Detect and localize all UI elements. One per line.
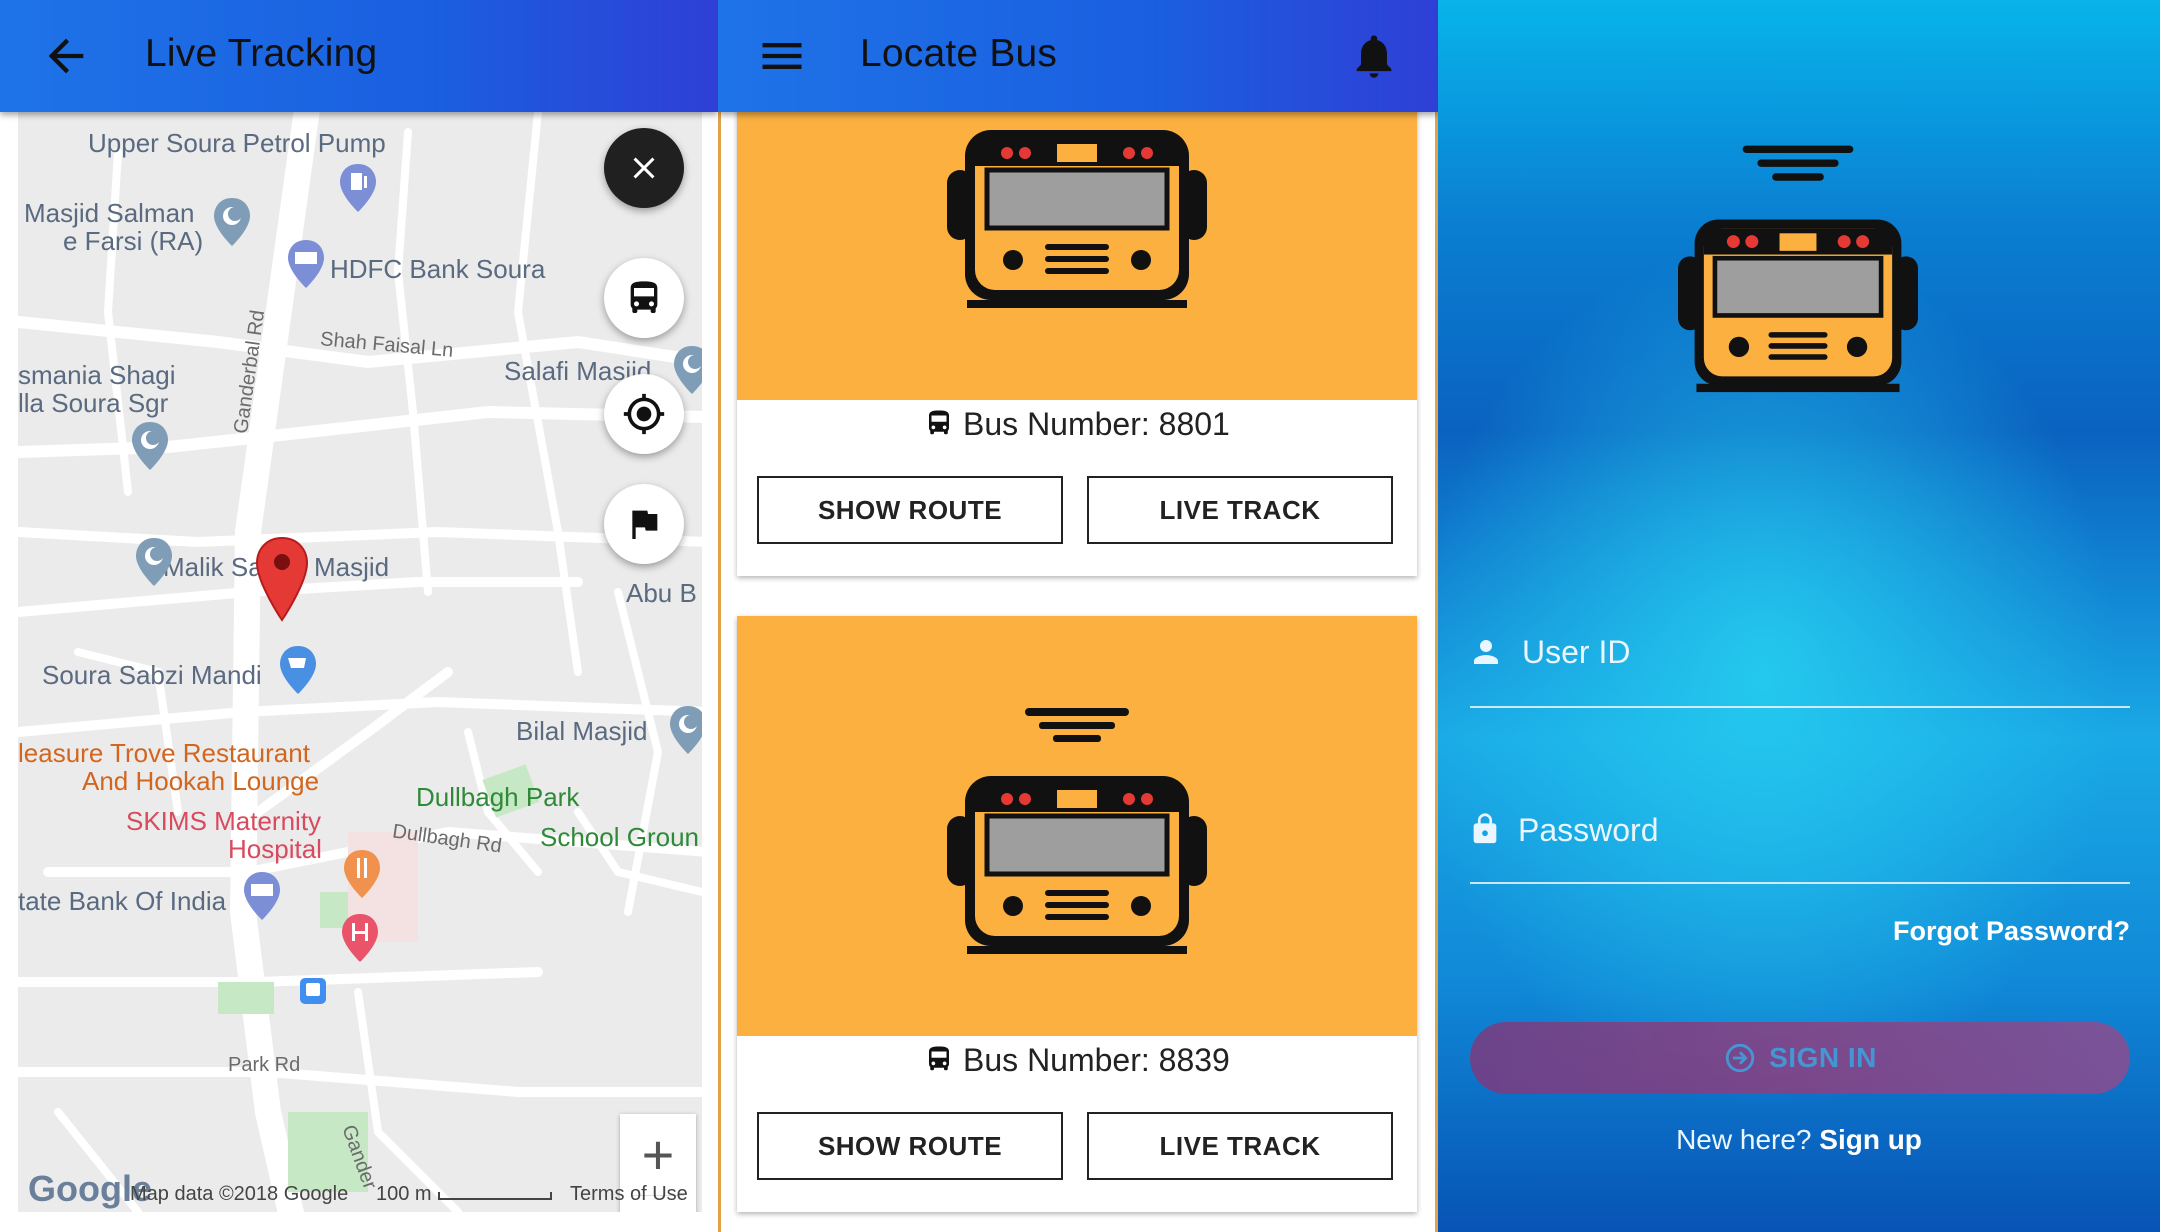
forgot-password-link[interactable]: Forgot Password? bbox=[1893, 916, 2130, 947]
terms-of-use-link[interactable]: Terms of Use bbox=[570, 1183, 688, 1206]
my-location-icon bbox=[623, 393, 665, 435]
person-icon bbox=[1474, 640, 1498, 664]
mosque-pin-icon[interactable] bbox=[210, 196, 254, 252]
login-screen: User ID Password Forgot Password? SIGN I… bbox=[1438, 0, 2160, 1232]
map-label: Masjid bbox=[314, 552, 390, 582]
back-arrow-icon[interactable] bbox=[40, 30, 92, 82]
hamburger-menu-icon[interactable] bbox=[756, 30, 808, 82]
user-id-input[interactable]: User ID bbox=[1522, 634, 1630, 671]
close-button[interactable] bbox=[604, 128, 684, 208]
map-label: Upper Soura Petrol Pump bbox=[88, 128, 386, 158]
locate-bus-screen: Locate Bus Bus Number: 8801 SHOW ROUTE L… bbox=[718, 0, 1438, 1232]
mosque-pin-icon[interactable] bbox=[128, 420, 172, 476]
bus-card: Bus Number: 8839 SHOW ROUTE LIVE TRACK bbox=[737, 616, 1417, 1212]
map-label: School Groun bbox=[540, 822, 699, 852]
mosque-pin-icon[interactable] bbox=[132, 536, 176, 592]
my-location-button[interactable] bbox=[604, 374, 684, 454]
bell-icon[interactable] bbox=[1348, 30, 1400, 82]
flag-icon bbox=[632, 510, 658, 539]
app-logo-bus-icon bbox=[1678, 145, 1918, 393]
app-bar: Locate Bus bbox=[718, 0, 1438, 112]
gas-station-pin-icon[interactable] bbox=[336, 162, 380, 218]
map-label: Soura Sabzi Mandi bbox=[42, 660, 262, 690]
live-tracking-screen: Live Tracking Upper Soura Petrol Pump Ma… bbox=[0, 0, 718, 1232]
map-label: Park Rd bbox=[228, 1054, 301, 1076]
bank-pin-icon[interactable] bbox=[284, 238, 328, 294]
signup-row: New here? Sign up bbox=[1676, 1124, 1922, 1155]
school-bus-icon bbox=[947, 130, 1207, 308]
map-data-attribution: Map data ©2018 Google bbox=[130, 1183, 349, 1205]
map-label: Masjid Salman bbox=[24, 198, 195, 228]
close-icon bbox=[633, 157, 655, 179]
user-id-underline bbox=[1470, 706, 2130, 708]
map-label: Dullbagh Park bbox=[416, 782, 580, 812]
mosque-pin-icon[interactable] bbox=[666, 704, 702, 760]
shopping-cart-pin-icon[interactable] bbox=[276, 644, 320, 700]
bank-pin-icon[interactable] bbox=[240, 870, 284, 926]
show-route-button[interactable]: SHOW ROUTE bbox=[757, 1112, 1063, 1180]
password-input[interactable]: Password bbox=[1518, 812, 1659, 849]
restaurant-pin-icon[interactable] bbox=[340, 848, 384, 904]
live-track-button[interactable]: LIVE TRACK bbox=[1087, 1112, 1393, 1180]
map-label: Abu B bbox=[626, 578, 697, 608]
map-label: tate Bank Of India bbox=[18, 886, 227, 916]
page-title: Live Tracking bbox=[145, 32, 378, 75]
map-label: And Hookah Lounge bbox=[82, 766, 320, 796]
lock-icon bbox=[1473, 813, 1497, 844]
destination-flag-button[interactable] bbox=[604, 484, 684, 564]
map-label: Malik Sa bbox=[163, 552, 263, 582]
location-marker-icon[interactable] bbox=[254, 536, 310, 622]
password-underline bbox=[1470, 882, 2130, 884]
map-label: e Farsi (RA) bbox=[63, 226, 204, 256]
login-icon bbox=[1725, 1043, 1755, 1073]
map-label: HDFC Bank Soura bbox=[330, 254, 546, 284]
map-label: leasure Trove Restaurant bbox=[18, 738, 310, 768]
sign-in-button[interactable]: SIGN IN bbox=[1470, 1022, 2130, 1094]
page-title: Locate Bus bbox=[860, 32, 1058, 75]
sign-up-link[interactable]: Sign up bbox=[1819, 1124, 1922, 1155]
bus-number-label: Bus Number: 8839 bbox=[737, 1042, 1417, 1079]
map-label: Hospital bbox=[228, 834, 322, 864]
map-scale-label: 100 m bbox=[376, 1183, 432, 1205]
map-scale-bar bbox=[438, 1192, 552, 1200]
hospital-pin-icon[interactable] bbox=[338, 912, 382, 968]
bus-icon bbox=[929, 1046, 950, 1071]
live-track-button[interactable]: LIVE TRACK bbox=[1087, 476, 1393, 544]
show-route-button[interactable]: SHOW ROUTE bbox=[757, 476, 1063, 544]
map-label: SKIMS Maternity bbox=[126, 806, 322, 836]
map-label: smania Shagi bbox=[18, 360, 176, 390]
app-bar: Live Tracking bbox=[0, 0, 718, 112]
school-bus-live-icon bbox=[947, 708, 1207, 954]
bus-location-button[interactable] bbox=[604, 258, 684, 338]
map-label: Bilal Masjid bbox=[516, 716, 648, 746]
bus-icon bbox=[929, 410, 950, 435]
bus-illustration bbox=[737, 616, 1417, 1036]
bus-icon bbox=[630, 281, 658, 313]
bus-stop-icon[interactable] bbox=[298, 976, 328, 1006]
map-label: lla Soura Sgr bbox=[18, 388, 169, 418]
bus-number-label: Bus Number: 8801 bbox=[737, 406, 1417, 443]
map-view[interactable]: Upper Soura Petrol Pump Masjid Salman e … bbox=[18, 112, 702, 1212]
